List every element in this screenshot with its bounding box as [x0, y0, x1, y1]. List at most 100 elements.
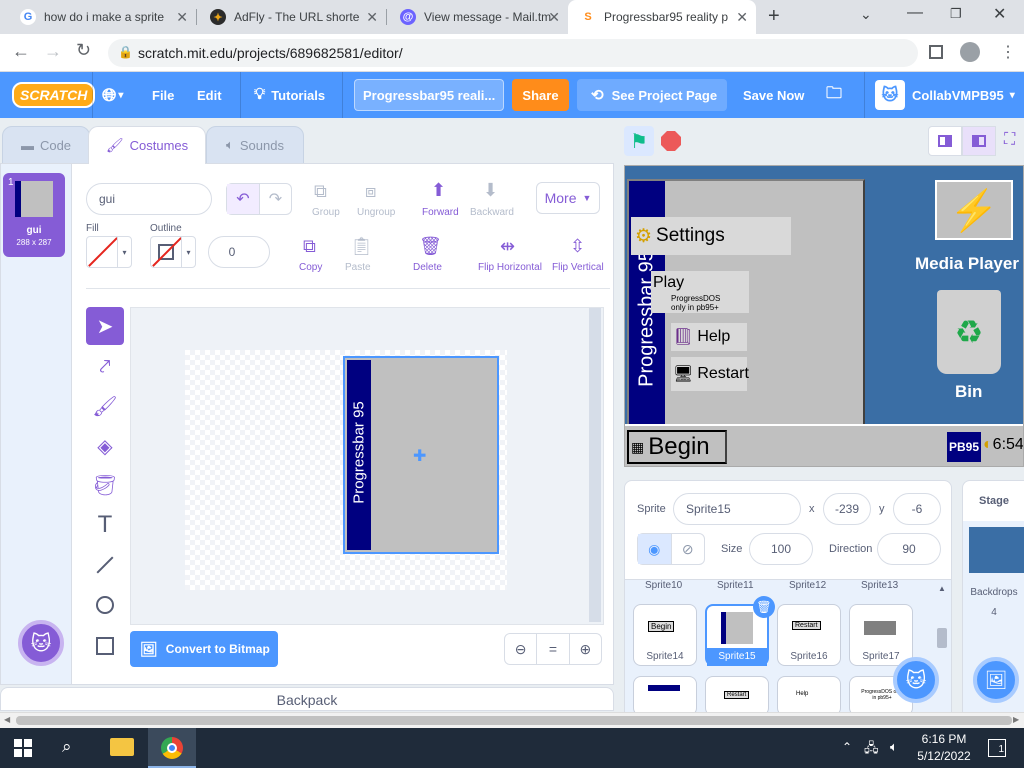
windows-start-icon[interactable]: [14, 739, 32, 757]
user-avatar[interactable]: 🐱︎: [875, 80, 905, 110]
paint-canvas[interactable]: Progressbar 95 ✚: [130, 307, 604, 625]
close-tab-icon[interactable]: ✕: [366, 9, 378, 26]
paste-icon[interactable]: 📋︎: [350, 236, 373, 257]
rectangle-tool-icon[interactable]: [86, 627, 124, 665]
ungroup-icon[interactable]: ⧈: [365, 181, 376, 202]
flip-horizontal-icon[interactable]: ⇹: [500, 236, 515, 257]
group-icon[interactable]: ⧉: [314, 181, 327, 202]
reshape-tool-icon[interactable]: ⤤: [86, 348, 124, 386]
sprite-y-input[interactable]: -6: [893, 493, 941, 525]
sprite-item[interactable]: [633, 676, 697, 716]
eraser-tool-icon[interactable]: ◈: [86, 427, 124, 465]
sprite-item-label[interactable]: Sprite10: [645, 580, 682, 591]
select-tool-icon[interactable]: ➤: [86, 307, 124, 345]
back-arrow-icon[interactable]: ←: [12, 41, 30, 62]
trash-icon[interactable]: 🗑︎: [419, 236, 442, 257]
chrome-menu-icon[interactable]: ⋮: [1000, 42, 1016, 62]
sprite-item[interactable]: Sprite17: [849, 604, 913, 666]
show-eye-icon[interactable]: ◉: [638, 534, 671, 564]
profile-avatar-icon[interactable]: [960, 42, 980, 62]
sprite-item-selected[interactable]: Sprite15 🗑︎: [705, 596, 775, 666]
minimize-icon[interactable]: —: [907, 4, 923, 22]
zoom-out-icon[interactable]: ⊖: [505, 634, 536, 664]
recycle-bin-icon[interactable]: ♻: [937, 290, 1001, 374]
settings-item[interactable]: ⚙ Settings: [631, 217, 791, 255]
backward-icon[interactable]: ⬇: [483, 180, 498, 201]
normal-stage-button[interactable]: [962, 126, 996, 156]
forward-icon[interactable]: ⬆: [431, 180, 446, 201]
sprite-direction-input[interactable]: 90: [877, 533, 941, 565]
reload-icon[interactable]: ↻: [76, 40, 91, 61]
circle-tool-icon[interactable]: [86, 586, 124, 624]
stop-sign-icon[interactable]: [661, 131, 681, 151]
line-tool-icon[interactable]: [86, 546, 124, 584]
sprite-item[interactable]: Restart: [705, 676, 769, 716]
share-button[interactable]: Share: [512, 79, 569, 111]
close-window-icon[interactable]: ✕: [993, 4, 1006, 24]
sprite-list-scrollbar[interactable]: [937, 628, 947, 648]
tab-sounds[interactable]: 🔈︎ Sounds: [206, 126, 304, 164]
stage-canvas[interactable]: Progressbar 95 ⚙ Settings Play ProgressDO…: [624, 165, 1024, 467]
canvas-scrollbar[interactable]: [589, 308, 601, 622]
taskbar-date[interactable]: 5/12/2022: [910, 749, 978, 763]
see-project-page-button[interactable]: ⟲ See Project Page: [577, 79, 727, 111]
zoom-in-icon[interactable]: ⊕: [570, 634, 601, 664]
convert-to-bitmap-button[interactable]: 🖼︎ Convert to Bitmap: [130, 631, 278, 667]
tab-costumes[interactable]: 🖌︎ Costumes: [88, 126, 206, 164]
search-icon[interactable]: ⌕: [62, 737, 72, 757]
restore-icon[interactable]: ❐: [950, 6, 962, 22]
project-title-input[interactable]: Progressbar95 reali...: [354, 79, 504, 111]
choose-costume-button[interactable]: 🐱︎: [18, 620, 64, 666]
pb95-tray-icon[interactable]: PB95: [947, 432, 981, 462]
fill-color-picker[interactable]: ▾: [86, 236, 132, 268]
sprite-item-label[interactable]: Sprite13: [861, 580, 898, 591]
flip-vertical-icon[interactable]: ⇳: [570, 236, 585, 257]
delete-sprite-icon[interactable]: 🗑︎: [753, 596, 775, 618]
zoom-reset-button[interactable]: =: [536, 634, 570, 664]
save-now-button[interactable]: Save Now: [743, 72, 804, 118]
sprite-size-input[interactable]: 100: [749, 533, 813, 565]
globe-icon[interactable]: 🌐︎ ▾: [102, 72, 123, 118]
chrome-taskbar-button[interactable]: [148, 728, 196, 768]
green-flag-icon[interactable]: ⚑: [624, 126, 654, 156]
scratch-logo[interactable]: SCRATCH: [12, 72, 96, 118]
edit-menu[interactable]: Edit: [197, 72, 222, 118]
page-horizontal-scrollbar[interactable]: ◀ ▶: [0, 712, 1024, 728]
network-icon[interactable]: 🖧︎: [864, 739, 879, 761]
close-tab-icon[interactable]: ✕: [736, 9, 748, 26]
hide-eye-icon[interactable]: ⊘: [670, 534, 705, 564]
username-menu[interactable]: CollabVMPB95 ▾: [912, 72, 1015, 118]
outline-width-input[interactable]: 0: [208, 236, 270, 268]
scroll-up-arrow-icon[interactable]: ▲: [938, 584, 946, 593]
browser-tab-google[interactable]: G how do i make a sprite ✕: [8, 0, 196, 34]
side-panel-icon[interactable]: [929, 45, 943, 59]
sprite-item-label[interactable]: Sprite11: [717, 580, 754, 591]
fill-bucket-tool-icon[interactable]: 🪣︎: [86, 466, 124, 504]
small-stage-button[interactable]: [928, 126, 962, 156]
file-menu[interactable]: File: [152, 72, 174, 118]
restart-item[interactable]: 🖥︎ Restart: [671, 357, 749, 391]
sprite-item-label[interactable]: Sprite12: [789, 580, 826, 591]
costume-name-input[interactable]: gui: [86, 183, 212, 215]
scrollbar-thumb[interactable]: [16, 716, 1012, 725]
begin-button[interactable]: ▦ Begin: [627, 430, 727, 464]
file-explorer-icon[interactable]: [110, 738, 134, 756]
sprite-name-input[interactable]: Sprite15: [673, 493, 801, 525]
costume-selection[interactable]: Progressbar 95 ✚: [343, 356, 499, 554]
browser-tab-adfly[interactable]: ✦ AdFly - The URL shorte ✕: [198, 0, 386, 34]
backpack-header[interactable]: Backpack: [0, 687, 614, 711]
choose-sprite-button[interactable]: 🐱︎: [893, 657, 939, 703]
tray-chevron-icon[interactable]: ⌃: [842, 740, 852, 754]
taskbar-time[interactable]: 6:16 PM: [914, 732, 974, 746]
scroll-right-arrow-icon[interactable]: ▶: [1013, 715, 1019, 724]
browser-tab-mail[interactable]: @ View message - Mail.tm ✕: [388, 0, 568, 34]
sprite-item[interactable]: Help: [777, 676, 841, 716]
undo-icon[interactable]: ↶: [227, 184, 259, 214]
choose-backdrop-button[interactable]: 🖼︎: [973, 657, 1019, 703]
browser-tab-scratch[interactable]: S Progressbar95 reality p ✕: [568, 0, 756, 34]
tab-code[interactable]: ▬ Code: [2, 126, 90, 164]
media-player-lightning-icon[interactable]: ⚡: [935, 180, 1013, 240]
tutorials-button[interactable]: 💡︎ Tutorials: [254, 72, 325, 118]
volume-icon[interactable]: 🔈︎: [890, 739, 898, 755]
tab-search-icon[interactable]: ⌄: [860, 6, 872, 23]
